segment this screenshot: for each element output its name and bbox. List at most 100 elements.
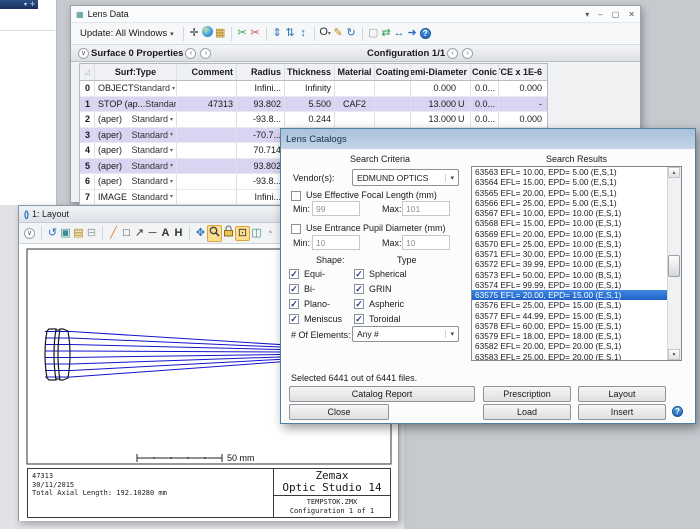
surface-type-dropdown[interactable]: Standard▾ bbox=[131, 145, 173, 155]
tce-cell[interactable]: - bbox=[499, 97, 545, 112]
list-item[interactable]: 63564 EFL= 15.00, EPD= 5.00 (E,S,1) bbox=[472, 177, 669, 187]
prescription-button[interactable]: Prescription bbox=[483, 386, 571, 402]
radius-cell[interactable]: -93.8... bbox=[237, 112, 285, 127]
material-cell[interactable]: CAF2 bbox=[335, 97, 375, 112]
material-cell[interactable] bbox=[335, 81, 375, 96]
list-item[interactable]: 63574 EFL= 99.99, EPD= 10.00 (E,S,1) bbox=[472, 280, 669, 290]
aperture-icon[interactable]: O▾ bbox=[319, 25, 332, 42]
shape-meniscus-checkbox[interactable]: ✓ bbox=[289, 314, 299, 324]
scrollbar-thumb[interactable] bbox=[668, 255, 680, 277]
list-item[interactable]: 63568 EFL= 15.00, EPD= 10.00 (E,S,1) bbox=[472, 218, 669, 228]
elements-select[interactable]: Any # ▾ bbox=[352, 326, 459, 342]
update-all-windows-button[interactable]: Update: All Windows ▾ bbox=[75, 25, 179, 42]
window-menu-icon[interactable]: ▾ bbox=[585, 10, 589, 19]
prev-config-icon[interactable]: ‹ bbox=[447, 48, 458, 59]
comment-cell[interactable] bbox=[177, 81, 237, 96]
swap-surfaces-icon[interactable]: ⇕ bbox=[271, 26, 284, 41]
reverse-elements-icon[interactable]: ⇅ bbox=[284, 26, 297, 41]
surface-type-dropdown[interactable]: Standard▾ bbox=[131, 130, 173, 140]
type-spherical-checkbox[interactable]: ✓ bbox=[354, 269, 364, 279]
chevron-down-icon[interactable]: ▾ bbox=[24, 1, 27, 8]
surf-type-cell[interactable]: IMAGEStandard▾ bbox=[95, 190, 177, 205]
tce-cell[interactable]: 0.000 bbox=[499, 81, 545, 96]
efl-min-input[interactable] bbox=[312, 201, 360, 216]
copy-icon[interactable]: ▣ bbox=[59, 226, 72, 241]
list-item[interactable]: 63569 EFL= 20.00, EPD= 10.00 (E,S,1) bbox=[472, 229, 669, 239]
help-icon[interactable]: ? bbox=[672, 406, 683, 417]
fullscreen-icon[interactable]: ⊡ bbox=[235, 226, 250, 241]
refresh-icon[interactable]: ↺ bbox=[46, 226, 59, 241]
text-tool-icon[interactable]: A bbox=[159, 226, 172, 241]
material-cell[interactable] bbox=[335, 112, 375, 127]
surf-type-cell[interactable]: STOP (ap...Standard▾ bbox=[95, 97, 177, 112]
list-item[interactable]: 63576 EFL= 25.00, EPD= 15.00 (E,S,1) bbox=[472, 300, 669, 310]
radius-cell[interactable]: -93.8... bbox=[237, 174, 285, 189]
load-button[interactable]: Load bbox=[483, 404, 571, 420]
efl-max-input[interactable] bbox=[402, 201, 450, 216]
semidiam-cell[interactable]: 13.000U bbox=[411, 112, 471, 127]
insert-button[interactable]: Insert bbox=[578, 404, 666, 420]
comment-cell[interactable] bbox=[177, 190, 237, 205]
scroll-up-icon[interactable]: ▲ bbox=[668, 167, 680, 178]
list-item[interactable]: 63566 EFL= 25.00, EPD= 5.00 (E,S,1) bbox=[472, 198, 669, 208]
comment-cell[interactable]: 47313 bbox=[177, 97, 237, 112]
semidiam-cell[interactable]: 13.000U bbox=[411, 97, 471, 112]
minimize-icon[interactable]: – bbox=[598, 10, 602, 19]
comment-cell[interactable] bbox=[177, 174, 237, 189]
shape-equi-checkbox[interactable]: ✓ bbox=[289, 269, 299, 279]
list-item[interactable]: 63567 EFL= 10.00, EPD= 10.00 (E,S,1) bbox=[472, 208, 669, 218]
vendor-select[interactable]: EDMUND OPTICS ▾ bbox=[352, 169, 459, 186]
epd-max-input[interactable] bbox=[402, 235, 450, 250]
list-item[interactable]: 63563 EFL= 10.00, EPD= 5.00 (E,S,1) bbox=[472, 167, 669, 177]
epd-min-input[interactable] bbox=[312, 235, 360, 250]
scrollbar[interactable]: ▲ ▼ bbox=[667, 167, 681, 360]
use-efl-checkbox[interactable] bbox=[291, 191, 301, 201]
radius-cell[interactable]: 93.802 bbox=[237, 159, 285, 174]
list-item[interactable]: 63579 EFL= 18.00, EPD= 18.00 (E,S,1) bbox=[472, 331, 669, 341]
search-results-list[interactable]: 63563 EFL= 10.00, EPD= 5.00 (E,S,1) 6356… bbox=[471, 166, 682, 361]
type-toroidal-checkbox[interactable]: ✓ bbox=[354, 314, 364, 324]
next-surface-icon[interactable]: › bbox=[200, 48, 211, 59]
help-icon[interactable]: ? bbox=[419, 26, 432, 41]
clone-window-icon[interactable]: ◫ bbox=[250, 226, 263, 241]
fit-columns-icon[interactable]: ⇄ bbox=[380, 26, 393, 41]
list-item-selected[interactable]: 63575 EFL= 20.00, EPD= 15.00 (E,S,1) bbox=[472, 290, 669, 300]
dialog-titlebar[interactable]: Lens Catalogs bbox=[281, 129, 695, 149]
pin-icon[interactable]: ✛ bbox=[30, 1, 35, 8]
surface-type-dropdown[interactable]: Standard▾ bbox=[131, 192, 173, 202]
list-item[interactable]: 63577 EFL= 44.99, EPD= 15.00 (E,S,1) bbox=[472, 311, 669, 321]
list-item[interactable]: 63571 EFL= 30.00, EPD= 10.00 (E,S,1) bbox=[472, 249, 669, 259]
surface-type-dropdown[interactable]: Standard▾ bbox=[131, 114, 173, 124]
list-item[interactable]: 63582 EFL= 20.00, EPD= 20.00 (E,S,1) bbox=[472, 341, 669, 351]
goto-surface-icon[interactable]: ➜ bbox=[406, 26, 419, 41]
surf-type-cell[interactable]: (aper)Standard▾ bbox=[95, 112, 177, 127]
semidiam-cell[interactable]: 0.000 bbox=[411, 81, 471, 96]
next-config-icon[interactable]: › bbox=[462, 48, 473, 59]
catalog-report-button[interactable]: Catalog Report bbox=[289, 386, 475, 402]
bend-system-icon[interactable]: ↻ bbox=[345, 26, 358, 41]
thickness-cell[interactable]: Infinity bbox=[285, 81, 335, 96]
radius-cell[interactable]: Infini... bbox=[237, 81, 285, 96]
coating-cell[interactable] bbox=[375, 112, 411, 127]
surface-type-dropdown[interactable]: Standard▾ bbox=[131, 161, 173, 171]
surf-type-cell[interactable]: (aper)Standard▾ bbox=[95, 174, 177, 189]
close-button[interactable]: Close bbox=[289, 404, 389, 420]
radius-cell[interactable]: Infini... bbox=[237, 190, 285, 205]
surface-sag-icon[interactable]: ✎ bbox=[332, 26, 345, 41]
settings-chevron-icon[interactable]: ∨ bbox=[24, 228, 35, 239]
collapse-properties-icon[interactable]: ∨ bbox=[78, 48, 89, 59]
radius-cell[interactable]: 70.714 bbox=[237, 143, 285, 158]
comment-cell[interactable] bbox=[177, 143, 237, 158]
list-item[interactable]: 63572 EFL= 39.99, EPD= 10.00 (E,S,1) bbox=[472, 259, 669, 269]
arrow-tool-icon[interactable]: ↗ bbox=[133, 226, 146, 241]
tce-cell[interactable]: 0.000 bbox=[499, 112, 545, 127]
list-item[interactable]: 63578 EFL= 60.00, EPD= 15.00 (E,S,1) bbox=[472, 321, 669, 331]
scroll-down-icon[interactable]: ▼ bbox=[668, 349, 680, 360]
comment-cell[interactable] bbox=[177, 112, 237, 127]
list-item[interactable]: 63573 EFL= 50.00, EPD= 10.00 (B,S,1) bbox=[472, 270, 669, 280]
lens-data-titlebar[interactable]: ▦ Lens Data ▾ – ▢ ✕ bbox=[71, 6, 640, 23]
list-item[interactable]: 63570 EFL= 25.00, EPD= 10.00 (E,S,1) bbox=[472, 239, 669, 249]
move-surface-icon[interactable]: ✛ bbox=[188, 26, 201, 41]
comment-cell[interactable] bbox=[177, 128, 237, 143]
layout-button[interactable]: Layout bbox=[578, 386, 666, 402]
